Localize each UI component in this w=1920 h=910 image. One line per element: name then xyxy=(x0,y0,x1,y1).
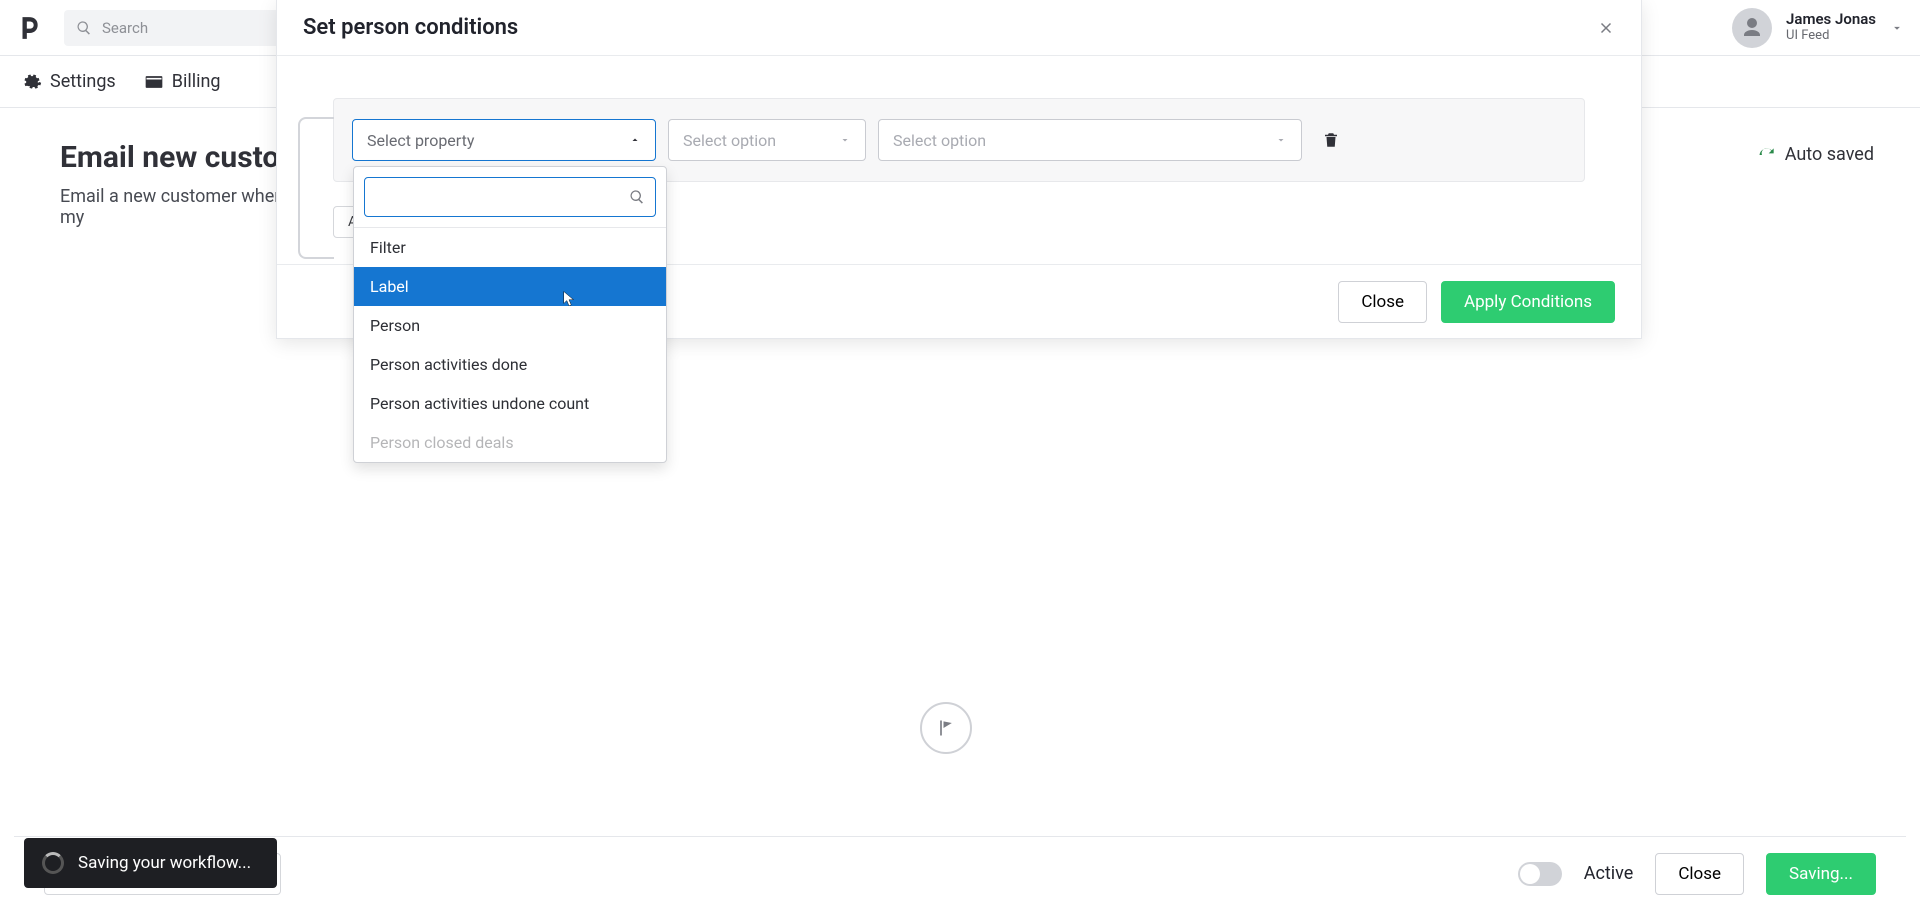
dropdown-search[interactable] xyxy=(364,177,656,217)
modal-body: Select property xyxy=(277,56,1641,264)
dropdown-item-person-activities-undone[interactable]: Person activities undone count xyxy=(354,384,666,423)
dropdown-search-input[interactable] xyxy=(375,188,629,206)
dropdown-item-label-text: Label xyxy=(370,277,409,296)
dropdown-item-label[interactable]: Label xyxy=(354,267,666,306)
value-select-placeholder: Select option xyxy=(893,131,986,150)
chevron-down-icon xyxy=(1275,134,1287,146)
modal-title: Set person conditions xyxy=(303,15,518,40)
chevron-down-icon xyxy=(839,134,851,146)
dropdown-item-person[interactable]: Person xyxy=(354,306,666,345)
close-icon[interactable] xyxy=(1597,19,1615,37)
delete-condition-button[interactable] xyxy=(1322,131,1340,149)
dropdown-search-wrap xyxy=(354,167,666,228)
group-brace xyxy=(298,117,334,259)
dropdown-item-person-closed-deals[interactable]: Person closed deals xyxy=(354,423,666,462)
spinner-icon xyxy=(42,852,64,874)
dropdown-item-person-activities-done[interactable]: Person activities done xyxy=(354,345,666,384)
toast-text: Saving your workflow... xyxy=(78,853,251,873)
property-select-placeholder: Select property xyxy=(367,131,474,150)
conditions-modal: Set person conditions Select property xyxy=(276,0,1642,339)
chevron-up-icon xyxy=(629,134,641,146)
modal-overlay: Set person conditions Select property xyxy=(0,0,1920,910)
modal-close-button[interactable]: Close xyxy=(1338,281,1427,323)
property-dropdown: Filter Label Person Person activities do… xyxy=(353,166,667,463)
operator-select[interactable]: Select option xyxy=(668,119,866,161)
modal-header: Set person conditions xyxy=(277,0,1641,56)
operator-select-placeholder: Select option xyxy=(683,131,776,150)
dropdown-item-filter[interactable]: Filter xyxy=(354,228,666,267)
property-select[interactable]: Select property xyxy=(352,119,656,161)
search-icon xyxy=(629,189,645,205)
condition-group: Select property xyxy=(333,98,1585,182)
saving-toast: Saving your workflow... xyxy=(24,838,277,888)
dropdown-list: Filter Label Person Person activities do… xyxy=(354,228,666,462)
apply-conditions-button[interactable]: Apply Conditions xyxy=(1441,281,1615,323)
value-select[interactable]: Select option xyxy=(878,119,1302,161)
condition-row: Select property xyxy=(352,119,1566,161)
